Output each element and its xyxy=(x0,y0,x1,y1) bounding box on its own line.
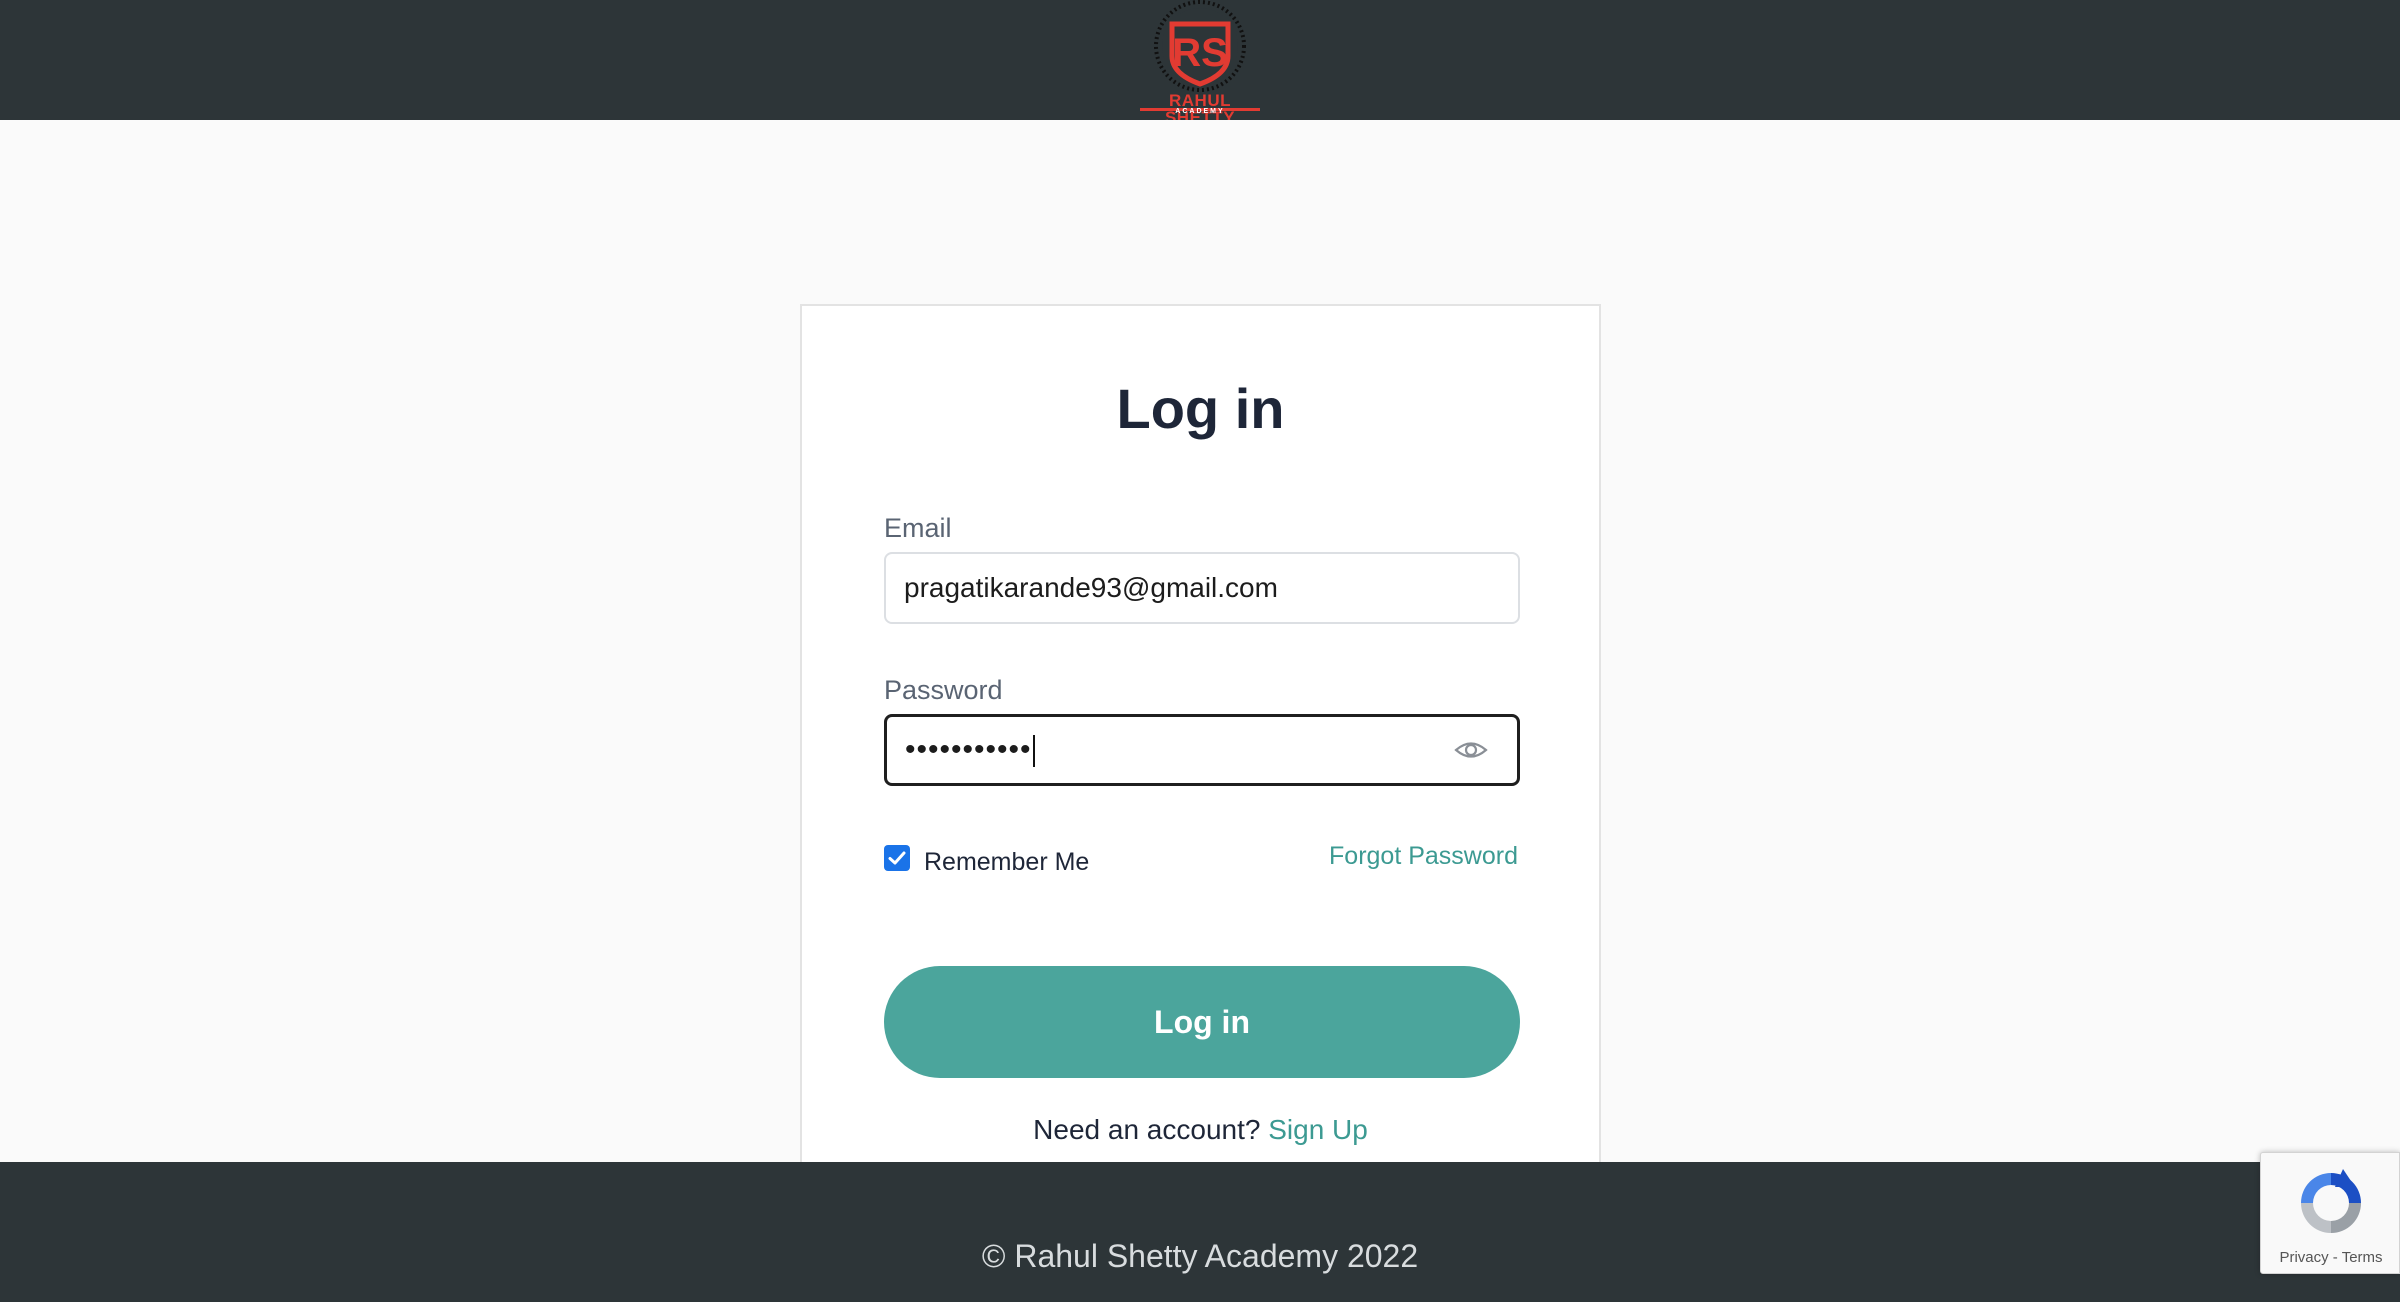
email-field[interactable]: pragatikarande93@gmail.com xyxy=(884,552,1520,624)
svg-text:RS: RS xyxy=(1172,31,1228,75)
password-value: ••••••••••• xyxy=(905,733,1032,766)
logo-emblem-icon: RS xyxy=(1154,0,1246,92)
recaptcha-privacy-link[interactable]: Privacy xyxy=(2279,1249,2328,1266)
password-field[interactable]: ••••••••••• xyxy=(884,714,1520,786)
page-title: Log in xyxy=(1116,377,1285,440)
main-content: Log in Email pragatikarande93@gmail.com … xyxy=(0,120,2400,1218)
eye-icon[interactable] xyxy=(1454,733,1488,767)
recaptcha-links: Privacy - Terms xyxy=(2261,1249,2400,1267)
recaptcha-terms-link[interactable]: Terms xyxy=(2342,1249,2383,1266)
signup-row: Need an account? Sign Up xyxy=(802,1112,1599,1148)
text-caret xyxy=(1032,735,1035,768)
footer-copyright: © Rahul Shetty Academy 2022 xyxy=(981,1238,1419,1274)
recaptcha-badge[interactable]: Privacy - Terms xyxy=(2260,1152,2400,1274)
signup-link[interactable]: Sign Up xyxy=(1268,1114,1368,1145)
login-button[interactable]: Log in xyxy=(884,966,1520,1078)
logo-subtext: ACADEMY xyxy=(1175,108,1225,115)
recaptcha-separator: - xyxy=(2332,1249,2338,1266)
footer: © Rahul Shetty Academy 2022 xyxy=(0,1162,2400,1302)
forgot-password-link[interactable]: Forgot Password xyxy=(1329,840,1518,872)
academy-logo[interactable]: RS RAHUL SHETTY ACADEMY xyxy=(1138,0,1262,126)
checkmark-icon xyxy=(888,851,906,865)
remember-me[interactable]: Remember Me xyxy=(884,840,1089,876)
top-bar: RS RAHUL SHETTY ACADEMY xyxy=(0,0,2400,126)
email-value: pragatikarande93@gmail.com xyxy=(904,572,1278,603)
email-label: Email xyxy=(884,513,952,543)
password-label: Password xyxy=(884,675,1003,705)
login-card: Log in Email pragatikarande93@gmail.com … xyxy=(800,304,1601,1218)
recaptcha-icon xyxy=(2301,1169,2361,1233)
remember-checkbox[interactable] xyxy=(884,845,910,871)
remember-label: Remember Me xyxy=(924,847,1090,876)
signup-prompt: Need an account? xyxy=(1033,1114,1261,1145)
